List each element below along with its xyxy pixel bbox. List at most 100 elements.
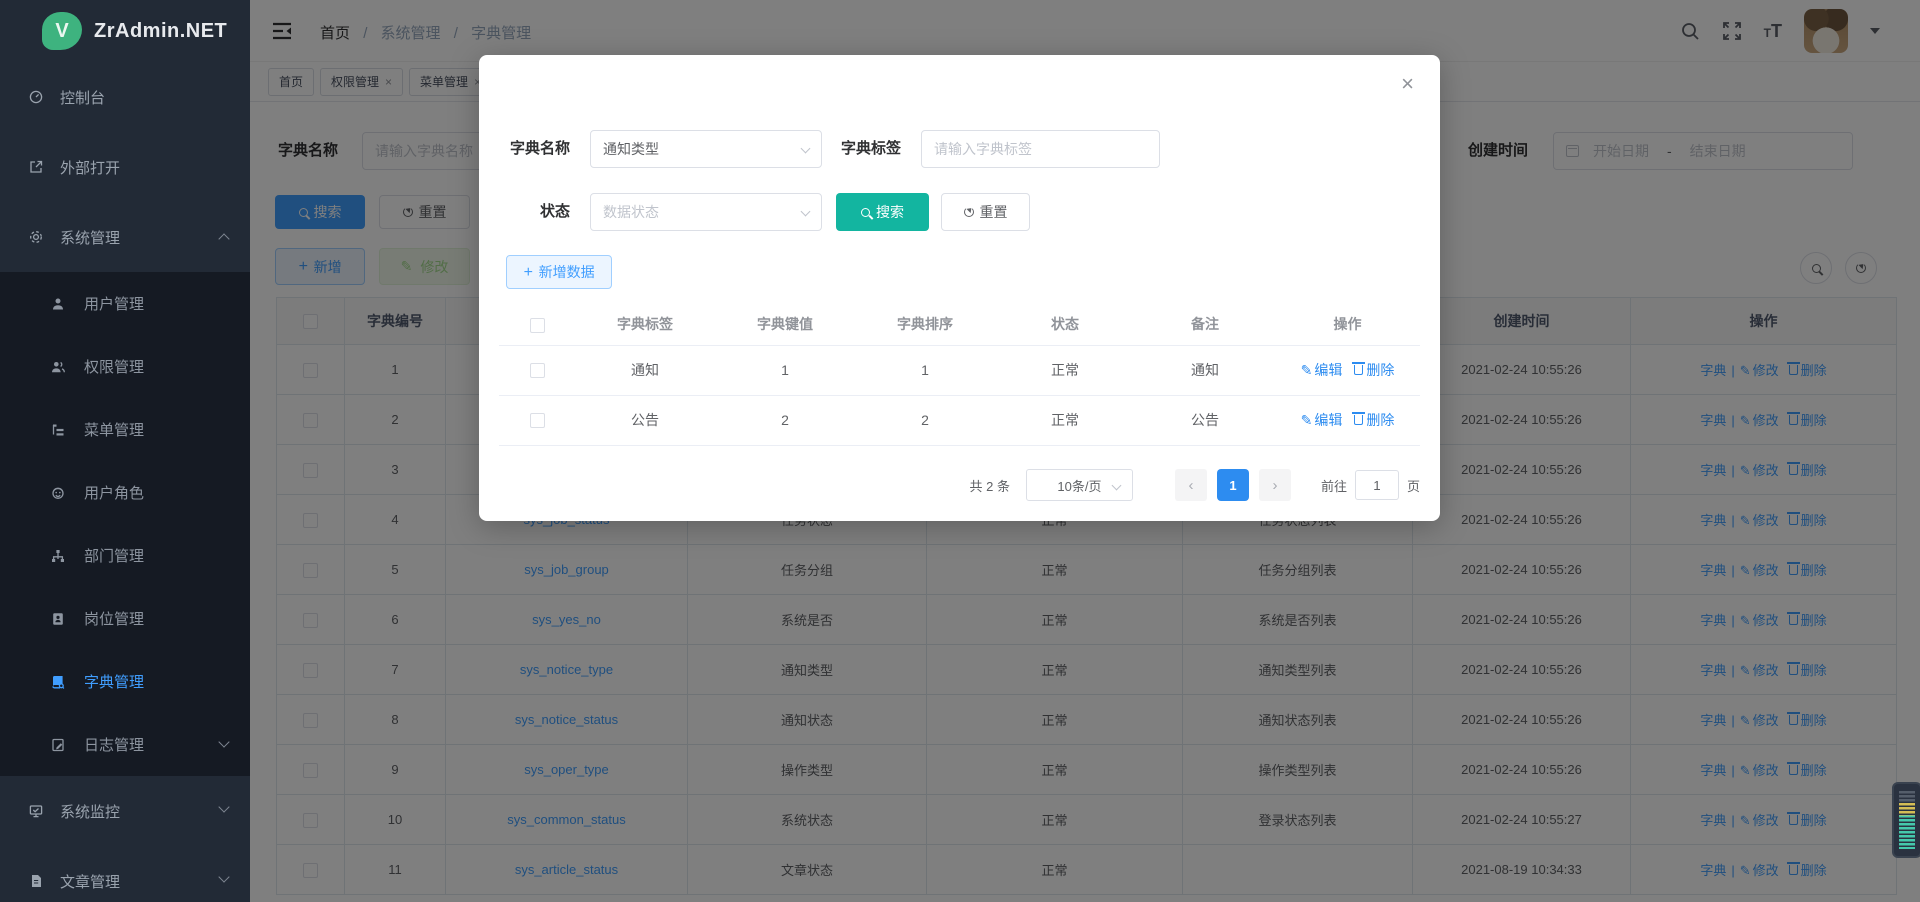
sidebar-item-label: 系统监控 (60, 801, 120, 822)
pagination-total: 共 2 条 (970, 476, 1010, 495)
sidebar-item-label: 用户角色 (84, 482, 144, 503)
sidebar-submenu-system: 用户管理 权限管理 菜单管理 用户角色 部门管理 岗位管理 (0, 272, 250, 776)
trash-icon (1354, 415, 1363, 425)
table-row: 通知 1 1 正常 通知 ✎编辑删除 (499, 345, 1420, 395)
chevron-down-icon (801, 144, 811, 154)
sidebar-item-user-role[interactable]: 用户角色 (0, 461, 250, 524)
chevron-down-icon (218, 801, 229, 812)
current-page-button[interactable]: 1 (1217, 469, 1249, 501)
sidebar-item-dict-mgmt[interactable]: 字典管理 (0, 650, 250, 713)
dialog-status-select[interactable]: 数据状态 (590, 193, 822, 231)
dict-data-table: 字典标签 字典键值 字典排序 状态 备注 操作 通知 1 1 正常 通知 ✎编辑… (499, 304, 1420, 446)
menu-tree-icon (50, 422, 66, 438)
pencil-icon: ✎ (1301, 363, 1313, 379)
col-header-operation: 操作 (1275, 304, 1420, 345)
chevron-down-icon (218, 736, 229, 747)
dialog-add-data-button[interactable]: 新增数据 (506, 255, 612, 289)
app-title: ZrAdmin.NET (94, 20, 227, 43)
next-page-button[interactable]: › (1259, 469, 1291, 501)
sidebar-item-label: 文章管理 (60, 871, 120, 892)
sidebar-item-permission-mgmt[interactable]: 权限管理 (0, 335, 250, 398)
chevron-down-icon (218, 871, 229, 882)
refresh-icon (964, 207, 974, 217)
sidebar-item-external-open[interactable]: 外部打开 (0, 132, 250, 202)
sidebar-item-label: 系统管理 (60, 227, 120, 248)
page-unit-label: 页 (1407, 476, 1420, 495)
sidebar-item-system-monitor[interactable]: 系统监控 (0, 776, 250, 846)
sidebar-item-label: 部门管理 (84, 545, 144, 566)
col-header-dict-value: 字典键值 (715, 304, 855, 345)
row-edit-link[interactable]: ✎编辑 (1301, 412, 1343, 428)
dialog-dict-label-input[interactable] (921, 130, 1160, 168)
sidebar: V ZrAdmin.NET 控制台 外部打开 系统管理 用户管理 权限管理 (0, 0, 250, 902)
log-icon (50, 737, 66, 753)
sidebar-item-label: 日志管理 (84, 734, 144, 755)
select-placeholder: 数据状态 (603, 202, 659, 222)
page-size-select[interactable]: 10条/页 (1026, 469, 1133, 501)
screen-meter-widget (1892, 782, 1920, 858)
sidebar-item-label: 外部打开 (60, 157, 120, 178)
badge-icon (50, 611, 66, 627)
sidebar-item-dept-mgmt[interactable]: 部门管理 (0, 524, 250, 587)
col-header-dict-label: 字典标签 (575, 304, 715, 345)
sidebar-item-system-management[interactable]: 系统管理 (0, 202, 250, 272)
table-row: 公告 2 2 正常 公告 ✎编辑删除 (499, 395, 1420, 445)
gear-icon (28, 229, 44, 245)
sidebar-item-label: 权限管理 (84, 356, 144, 377)
logo-v-icon: V (42, 12, 82, 50)
trash-icon (1354, 365, 1363, 375)
users-icon (50, 359, 66, 375)
pencil-icon: ✎ (1301, 413, 1313, 429)
table-header-row: 字典标签 字典键值 字典排序 状态 备注 操作 (499, 304, 1420, 345)
col-header-remark: 备注 (1135, 304, 1275, 345)
user-icon (50, 296, 66, 312)
dialog-search-button[interactable]: 搜索 (836, 193, 929, 231)
sidebar-item-user-mgmt[interactable]: 用户管理 (0, 272, 250, 335)
dialog-status-label: 状态 (506, 193, 570, 231)
plus-icon (523, 264, 532, 281)
row-edit-link[interactable]: ✎编辑 (1301, 362, 1343, 378)
meter-bars (1899, 791, 1915, 849)
sidebar-item-label: 岗位管理 (84, 608, 144, 629)
page-size-value: 10条/页 (1057, 476, 1101, 495)
article-icon (28, 873, 44, 889)
user-role-icon (50, 485, 66, 501)
col-header-dict-sort: 字典排序 (855, 304, 995, 345)
sidebar-item-article-mgmt[interactable]: 文章管理 (0, 846, 250, 902)
sidebar-item-label: 菜单管理 (84, 419, 144, 440)
dialog-dict-name-select[interactable]: 通知类型 (590, 130, 822, 168)
sidebar-item-label: 字典管理 (84, 671, 144, 692)
dialog-dict-name-label: 字典名称 (506, 130, 570, 168)
goto-page-input[interactable] (1355, 470, 1399, 500)
prev-page-button[interactable]: ‹ (1175, 469, 1207, 501)
pagination: 共 2 条 10条/页 ‹ 1 › 前往 页 (499, 468, 1420, 502)
dictionary-icon (50, 674, 66, 690)
dialog-dict-label-label: 字典标签 (837, 130, 901, 168)
sidebar-item-post-mgmt[interactable]: 岗位管理 (0, 587, 250, 650)
sidebar-item-dashboard[interactable]: 控制台 (0, 62, 250, 132)
org-tree-icon (50, 548, 66, 564)
chevron-down-icon (801, 207, 811, 217)
app-root: V ZrAdmin.NET 控制台 外部打开 系统管理 用户管理 权限管理 (0, 0, 1920, 902)
row-checkbox[interactable] (530, 363, 545, 378)
sidebar-item-label: 用户管理 (84, 293, 144, 314)
chevron-down-icon (1112, 481, 1122, 491)
goto-label: 前往 (1321, 476, 1347, 495)
chevron-up-icon (218, 233, 229, 244)
sidebar-item-menu-mgmt[interactable]: 菜单管理 (0, 398, 250, 461)
dialog-reset-button[interactable]: 重置 (941, 193, 1030, 231)
row-checkbox[interactable] (530, 413, 545, 428)
close-icon[interactable]: × (1401, 73, 1414, 95)
sidebar-item-log-mgmt[interactable]: 日志管理 (0, 713, 250, 776)
row-delete-link[interactable]: 删除 (1354, 362, 1394, 378)
select-all-checkbox-cell (499, 304, 575, 345)
row-delete-link[interactable]: 删除 (1354, 412, 1394, 428)
select-value: 通知类型 (603, 139, 659, 159)
monitor-icon (28, 803, 44, 819)
dict-data-dialog: × 字典名称 通知类型 字典标签 状态 数据状态 搜索 重置 新增数据 字典标签… (479, 55, 1440, 521)
app-logo[interactable]: V ZrAdmin.NET (0, 0, 250, 62)
col-header-status: 状态 (995, 304, 1135, 345)
sidebar-item-label: 控制台 (60, 87, 105, 108)
select-all-checkbox[interactable] (530, 318, 545, 333)
dashboard-icon (28, 89, 44, 105)
